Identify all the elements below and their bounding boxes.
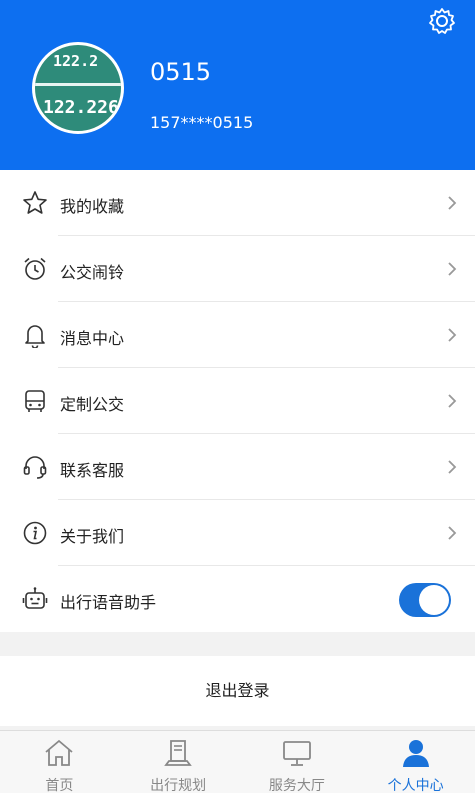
- route-icon: [164, 740, 192, 766]
- home-icon: [45, 739, 73, 766]
- menu-item-messages[interactable]: 消息中心: [0, 302, 475, 368]
- menu-item-label: 我的收藏: [60, 197, 125, 216]
- person-icon: [402, 740, 429, 767]
- tab-label: 个人中心: [387, 778, 444, 793]
- menu-item-label: 消息中心: [60, 329, 125, 348]
- menu-item-voice-assistant: 出行语音助手: [0, 566, 475, 632]
- logout-button[interactable]: 退出登录: [0, 656, 475, 726]
- menu-item-customer-service[interactable]: 联系客服: [0, 434, 475, 500]
- avatar[interactable]: 122.2 122.226: [32, 42, 124, 134]
- chevron-right-icon: [448, 262, 457, 276]
- info-icon: [23, 521, 47, 545]
- menu-item-label: 公交闹铃: [60, 263, 125, 282]
- tab-personal-center[interactable]: 个人中心: [356, 731, 475, 793]
- tab-label: 首页: [45, 778, 74, 793]
- menu-item-label: 关于我们: [60, 527, 125, 546]
- menu-item-custom-bus[interactable]: 定制公交: [0, 368, 475, 434]
- toggle-knob: [419, 585, 449, 615]
- bell-icon: [25, 325, 45, 348]
- alarm-clock-icon: [24, 257, 46, 280]
- tab-bar: 首页 出行规划 服务大厅 个人中心: [0, 730, 475, 793]
- robot-icon: [22, 587, 48, 609]
- avatar-divider: [35, 83, 121, 86]
- menu-item-label: 联系客服: [60, 461, 125, 480]
- chevron-right-icon: [448, 460, 457, 474]
- menu-list: 我的收藏 公交闹铃 消息中心 定制公交 联系客服 关于我们 出行语音助手: [0, 170, 475, 632]
- phone-number: 157****0515: [150, 113, 254, 132]
- monitor-icon: [282, 741, 311, 766]
- username: 0515: [150, 58, 212, 86]
- profile-header: 122.2 122.226 0515 157****0515: [0, 0, 475, 170]
- headset-icon: [23, 456, 47, 479]
- star-icon: [23, 191, 47, 214]
- menu-item-bus-alarm[interactable]: 公交闹铃: [0, 236, 475, 302]
- avatar-text-top: 122.2: [53, 52, 99, 70]
- menu-item-label: 出行语音助手: [60, 593, 157, 612]
- chevron-right-icon: [448, 328, 457, 342]
- chevron-right-icon: [448, 394, 457, 408]
- chevron-right-icon: [448, 196, 457, 210]
- tab-trip-planning[interactable]: 出行规划: [119, 731, 238, 793]
- voice-assistant-toggle[interactable]: [399, 583, 451, 617]
- menu-item-label: 定制公交: [60, 395, 125, 414]
- menu-item-favorites[interactable]: 我的收藏: [0, 170, 475, 236]
- tab-label: 服务大厅: [268, 778, 325, 793]
- avatar-text-bottom: 122.226: [43, 97, 119, 118]
- gear-icon[interactable]: [427, 6, 457, 36]
- tab-home[interactable]: 首页: [0, 731, 119, 793]
- tab-label: 出行规划: [150, 778, 207, 793]
- bus-icon: [25, 390, 45, 412]
- tab-service-hall[interactable]: 服务大厅: [238, 731, 357, 793]
- chevron-right-icon: [448, 526, 457, 540]
- menu-item-about-us[interactable]: 关于我们: [0, 500, 475, 566]
